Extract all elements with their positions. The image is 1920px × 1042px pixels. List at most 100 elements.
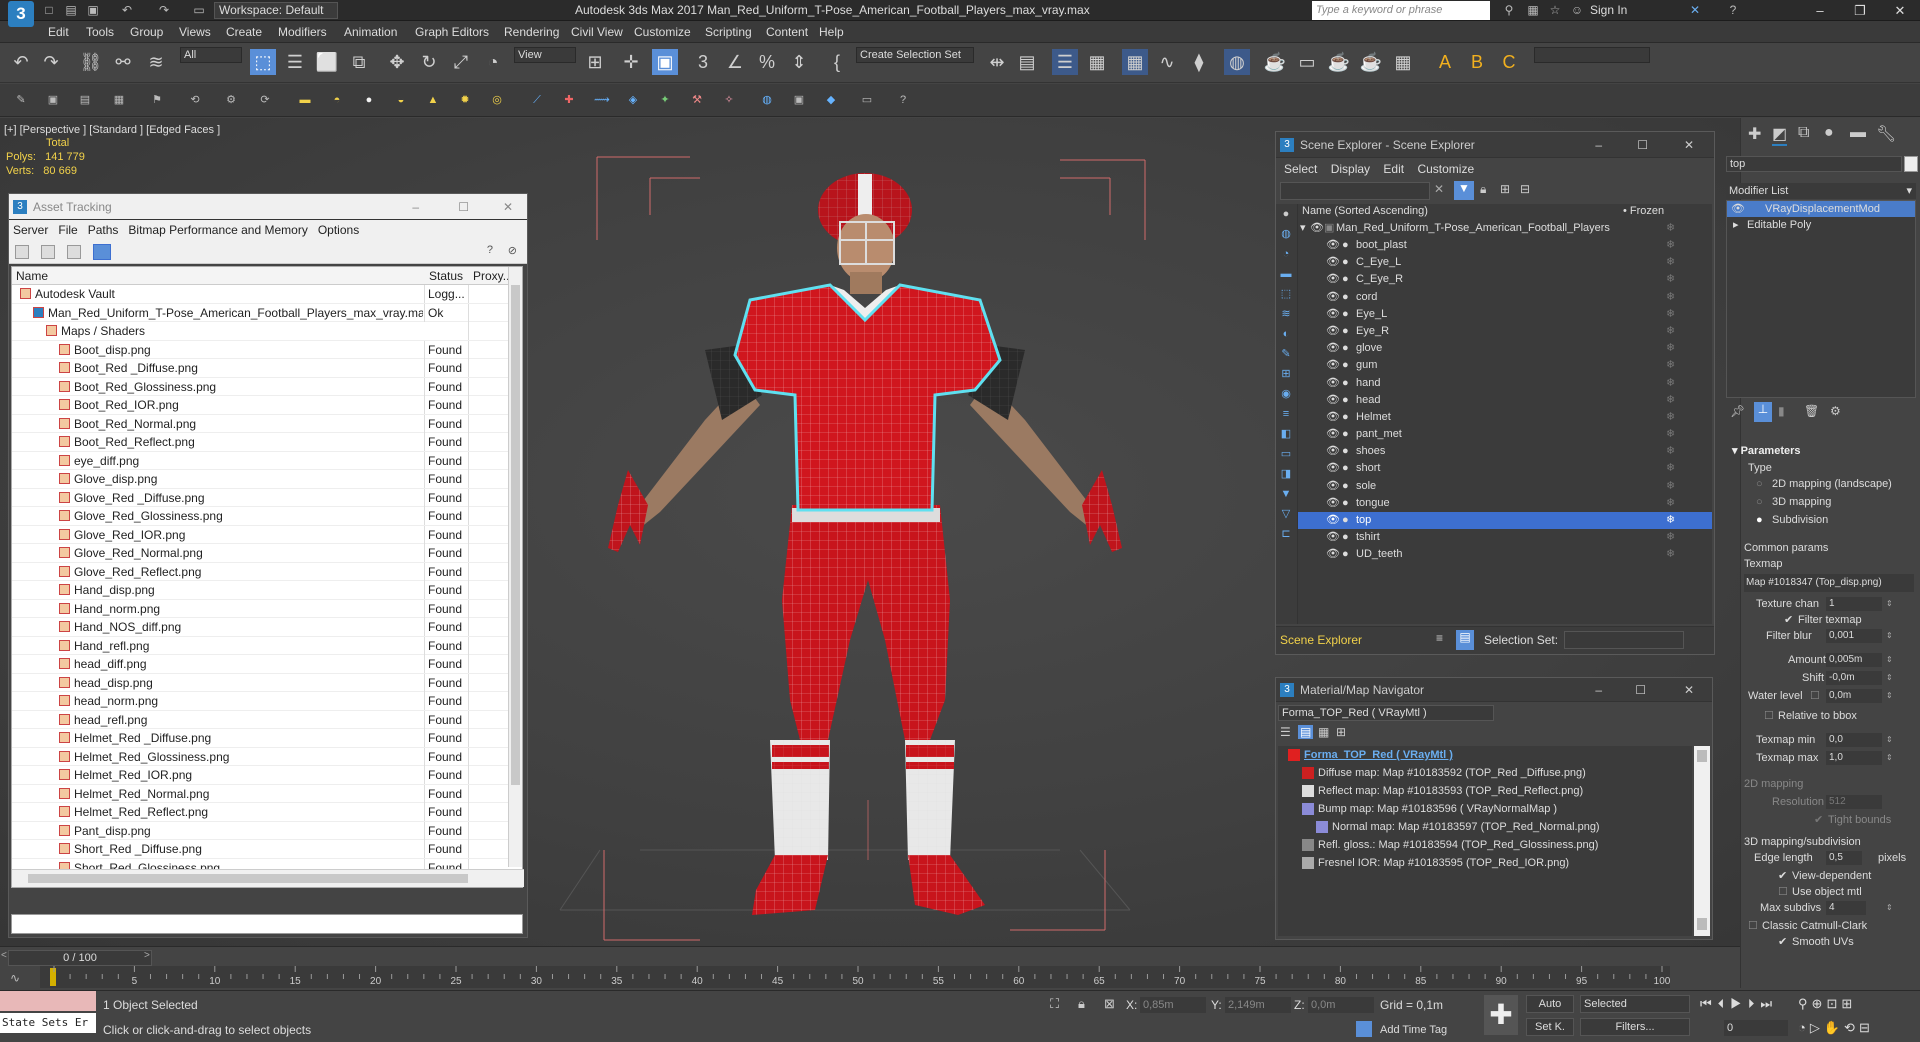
texmap-min-field-spinner-icon[interactable]: ⇕ <box>1886 732 1893 748</box>
frozen-toggle-icon[interactable]: ❄ <box>1666 478 1675 495</box>
zoom-icon[interactable]: ⚲ <box>1798 996 1812 1011</box>
curve-editor-mini-icon[interactable]: ∿ <box>10 971 20 985</box>
se-close-button[interactable]: ✕ <box>1684 132 1694 158</box>
col-header-status[interactable]: Status <box>429 269 463 283</box>
asset-row[interactable]: Boot_Red_Normal.png Found <box>12 414 522 433</box>
select-move-icon[interactable]: ✥ <box>384 49 410 75</box>
prev-frame-icon[interactable]: ⏴ <box>1718 996 1731 1011</box>
scene-item-glove[interactable]: 👁︎ ● glove ❄ <box>1298 340 1712 357</box>
frozen-toggle-icon[interactable]: ❄ <box>1666 546 1675 563</box>
mn-current-material-field[interactable]: Forma_TOP_Red ( VRayMtl ) <box>1278 705 1494 721</box>
menu-animation[interactable]: Animation <box>344 25 397 39</box>
se-display-filter-icon-1[interactable]: ● <box>1276 204 1296 224</box>
track-bar[interactable]: 5 10 15 20 25 30 35 40 45 50 55 60 65 70 75 80 85 90 95 100 <box>40 966 1670 988</box>
select-scale-icon[interactable]: ⤢ <box>448 49 474 75</box>
se-lock-icon[interactable]: 🔒︎ <box>1480 182 1486 197</box>
asset-tracking-minimize-button[interactable]: – <box>412 194 419 220</box>
star-icon[interactable]: ☆ <box>1546 2 1564 18</box>
current-frame-field[interactable]: 0 <box>1724 1020 1788 1036</box>
se-hierarchy-icon[interactable]: ⊞ <box>1500 182 1510 196</box>
at-menu-options[interactable]: Options <box>318 223 359 237</box>
time-slider[interactable]: 0 / 100 <box>8 950 152 966</box>
football-player-model[interactable] <box>608 173 1122 915</box>
modifier-stack-item-vraydisp[interactable]: 👁︎ VRayDisplacementMod <box>1727 201 1915 217</box>
help-icon[interactable]: ? <box>1724 2 1742 18</box>
maxscript-listener[interactable] <box>0 991 96 1011</box>
vray-b-icon[interactable]: B <box>1464 49 1490 75</box>
unlink-icon[interactable]: ⚯ <box>110 49 136 75</box>
type-radio-2[interactable]: ○ <box>1756 494 1763 510</box>
pan-icon[interactable]: ✋ <box>1824 1020 1844 1035</box>
mirror-icon[interactable]: ⇹ <box>984 49 1010 75</box>
vray-c-icon[interactable]: C <box>1496 49 1522 75</box>
ribbon-sphere-icon[interactable]: ◓ <box>330 93 344 107</box>
fov-icon[interactable]: ▷ <box>1810 1020 1824 1035</box>
col-header-name[interactable]: Name <box>16 269 48 283</box>
modifier-eye-icon[interactable]: 👁︎ <box>1731 201 1745 217</box>
utilities-tab-icon[interactable]: 🔧︎ <box>1876 124 1896 144</box>
scene-item-helmet[interactable]: 👁︎ ● Helmet ❄ <box>1298 409 1712 426</box>
ribbon-particles-icon[interactable]: ✦ <box>658 93 672 107</box>
ribbon-dynamics-icon[interactable]: ✧ <box>722 93 736 107</box>
asset-row[interactable]: Boot_Red_Reflect.png Found <box>12 433 522 452</box>
asset-row[interactable]: Glove_Red_Reflect.png Found <box>12 562 522 581</box>
rendered-frame-window-icon[interactable]: ▭ <box>1294 49 1320 75</box>
asset-row[interactable]: Helmet_Red _Diffuse.png Found <box>12 729 522 748</box>
frozen-toggle-icon[interactable]: ❄ <box>1666 271 1675 288</box>
se-menu-edit[interactable]: Edit <box>1383 162 1404 176</box>
menu-content[interactable]: Content <box>766 25 808 39</box>
material-tree-node[interactable]: Bump map: Map #10183596 ( VRayNormalMap … <box>1278 800 1692 818</box>
frozen-toggle-icon[interactable]: ❄ <box>1666 443 1675 460</box>
visibility-eye-icon[interactable]: 👁︎ <box>1326 529 1340 546</box>
se-display-filter-icon-5[interactable]: ⬚ <box>1276 284 1296 304</box>
mn-close-button[interactable]: ✕ <box>1684 678 1694 702</box>
frozen-toggle-icon[interactable]: ❄ <box>1666 529 1675 546</box>
visibility-eye-icon[interactable]: 👁︎ <box>1326 443 1340 460</box>
at-tool-3-icon[interactable] <box>67 245 81 259</box>
curve-editor-icon[interactable]: ∿ <box>1154 49 1180 75</box>
frozen-toggle-icon[interactable]: ❄ <box>1666 306 1675 323</box>
percent-snap-icon[interactable]: % <box>754 49 780 75</box>
frozen-toggle-icon[interactable]: ❄ <box>1666 289 1675 306</box>
display-tab-icon[interactable]: ▬ <box>1850 124 1866 142</box>
asset-row[interactable]: Hand_refl.png Found <box>12 636 522 655</box>
classic-catmull-checkbox[interactable]: ☐ <box>1748 918 1758 934</box>
ribbon-spacewarp-icon[interactable]: ⟿ <box>594 93 610 107</box>
visibility-eye-icon[interactable]: 👁︎ <box>1326 392 1340 409</box>
configure-sets-icon[interactable]: ⚙ <box>1830 404 1841 418</box>
at-menu-server[interactable]: Server <box>13 223 48 237</box>
scene-item-pant_met[interactable]: 👁︎ ● pant_met ❄ <box>1298 426 1712 443</box>
x-coordinate-field[interactable]: 0,85m <box>1140 997 1206 1013</box>
se-col-frozen[interactable]: • Frozen <box>1623 205 1664 217</box>
project-folder-icon[interactable]: ▭ <box>190 2 208 18</box>
modifier-list-select[interactable]: Modifier List ▾ <box>1726 183 1916 199</box>
asset-row[interactable]: Glove_Red_Normal.png Found <box>12 544 522 563</box>
frozen-toggle-icon[interactable]: ❄ <box>1666 254 1675 271</box>
ribbon-tool-4-icon[interactable]: ▦ <box>112 93 126 107</box>
select-rotate-icon[interactable]: ↻ <box>416 49 442 75</box>
zoom-extents-icon[interactable]: ⊡ <box>1826 996 1841 1011</box>
frozen-toggle-icon[interactable]: ❄ <box>1666 237 1675 254</box>
select-by-name-icon[interactable]: ☰ <box>282 49 308 75</box>
scene-item-ud_teeth[interactable]: 👁︎ ● UD_teeth ❄ <box>1298 546 1712 563</box>
undo-icon[interactable]: ↶ <box>118 2 136 18</box>
mn-list-view-icon[interactable]: ☰ <box>1280 725 1291 739</box>
asset-row[interactable]: Helmet_Red_IOR.png Found <box>12 766 522 785</box>
texture-chan-field-spinner-icon[interactable]: ⇕ <box>1886 596 1893 612</box>
asset-row[interactable]: Helmet_Red_Reflect.png Found <box>12 803 522 822</box>
y-coordinate-field[interactable]: 2,149m <box>1225 997 1291 1013</box>
ribbon-tool-2-icon[interactable]: ▣ <box>46 93 60 107</box>
asset-list-hscrollbar[interactable] <box>12 869 524 887</box>
schematic-view-icon[interactable]: ⧫ <box>1186 49 1212 75</box>
amount-field[interactable]: 0,005m <box>1826 653 1882 667</box>
ribbon-tool-7-icon[interactable]: ⚙ <box>224 93 238 107</box>
ribbon-tool-3-icon[interactable]: ▤ <box>78 93 92 107</box>
filter-blur-field[interactable]: 0,001 <box>1826 629 1882 643</box>
mn-list-thumb-icon[interactable]: ▤ <box>1298 725 1314 739</box>
ribbon-tool-1-icon[interactable]: ✎ <box>14 93 28 107</box>
ribbon-light-icon[interactable]: ✹ <box>458 93 472 107</box>
snaps-toggle-icon[interactable]: 3 <box>690 49 716 75</box>
filter-blur-field-spinner-icon[interactable]: ⇕ <box>1886 628 1893 644</box>
sign-in-link[interactable]: Sign In <box>1590 3 1627 17</box>
modify-tab-icon[interactable]: ◩ <box>1772 124 1788 146</box>
